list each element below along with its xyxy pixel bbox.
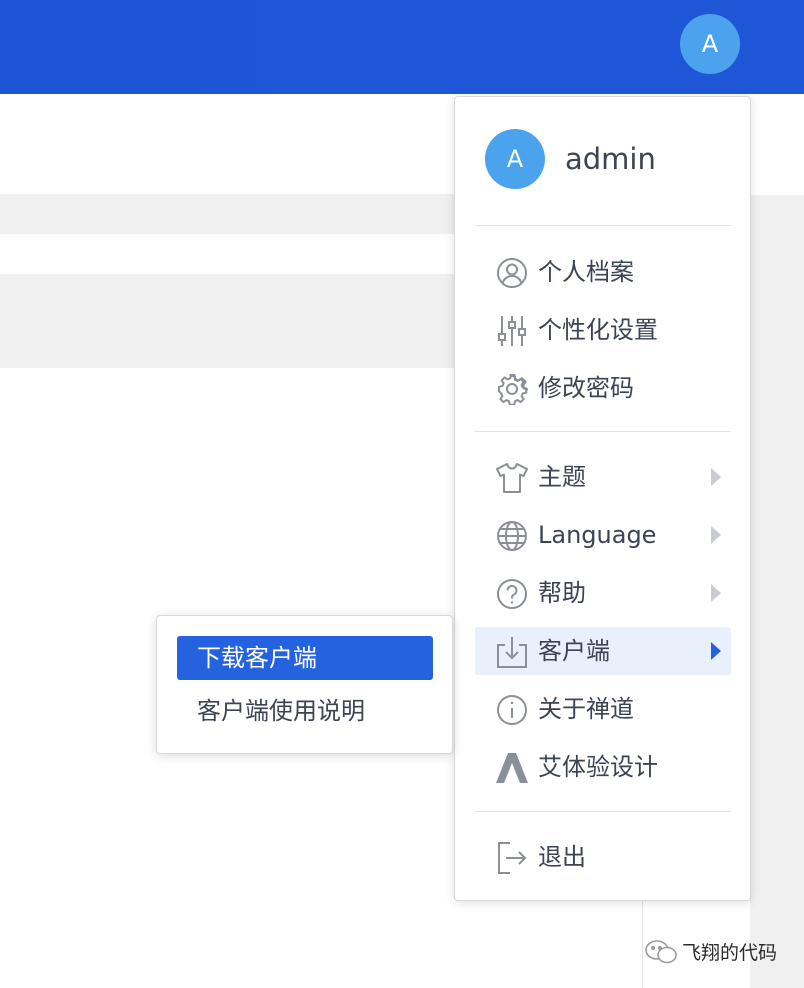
menu-item-label: 艾体验设计 <box>538 753 658 781</box>
menu-divider <box>475 811 731 812</box>
header-avatar[interactable]: A <box>680 14 740 74</box>
menu-item-logout[interactable]: 退出 <box>475 833 731 881</box>
menu-item-label: 关于禅道 <box>538 695 634 723</box>
menu-item-theme[interactable]: 主题 <box>475 453 731 501</box>
brand-a-icon <box>495 751 529 785</box>
menu-item-label: 退出 <box>538 843 586 871</box>
watermark: 飞翔的代码 <box>644 938 777 965</box>
menu-avatar: A <box>485 129 545 189</box>
menu-item-preferences[interactable]: 个性化设置 <box>475 306 731 354</box>
top-header-bar: A <box>0 0 804 94</box>
menu-item-label: 修改密码 <box>538 374 634 402</box>
menu-item-about[interactable]: 关于禅道 <box>475 685 731 733</box>
menu-item-label: 个人档案 <box>538 258 634 286</box>
menu-item-language[interactable]: Language <box>475 511 731 559</box>
menu-divider <box>475 225 731 226</box>
menu-divider <box>475 431 731 432</box>
tshirt-icon <box>495 461 529 495</box>
menu-item-help[interactable]: 帮助 <box>475 569 731 617</box>
menu-item-ai-design[interactable]: 艾体验设计 <box>475 743 731 791</box>
menu-item-change-password[interactable]: 修改密码 <box>475 364 731 412</box>
user-dropdown-menu: A admin 个人档案 个性化设置 修改密码 主题 Language 帮助 客… <box>454 96 751 901</box>
page-side-panel <box>750 195 804 988</box>
sliders-icon <box>495 314 529 348</box>
wechat-icon <box>645 939 677 963</box>
client-submenu: 下载客户端 客户端使用说明 <box>156 615 453 754</box>
menu-username: admin <box>565 142 656 176</box>
menu-item-label: 个性化设置 <box>538 316 658 344</box>
submenu-item-client-guide[interactable]: 客户端使用说明 <box>177 689 433 733</box>
menu-item-label: 主题 <box>538 463 586 491</box>
help-circle-icon <box>495 577 529 611</box>
chevron-right-icon <box>711 526 721 544</box>
submenu-item-download-client[interactable]: 下载客户端 <box>177 636 433 680</box>
chevron-right-icon <box>711 642 721 660</box>
menu-item-client[interactable]: 客户端 <box>475 627 731 675</box>
user-menu-header: A admin <box>485 129 656 189</box>
watermark-text: 飞翔的代码 <box>682 942 778 964</box>
download-icon <box>495 635 529 669</box>
menu-item-label: 客户端 <box>538 637 610 665</box>
page-divider-line <box>642 900 643 988</box>
menu-item-profile[interactable]: 个人档案 <box>475 248 731 296</box>
info-circle-icon <box>495 693 529 727</box>
chevron-right-icon <box>711 468 721 486</box>
user-circle-icon <box>495 256 529 290</box>
logout-icon <box>495 841 529 875</box>
menu-item-label: 帮助 <box>538 579 586 607</box>
chevron-right-icon <box>711 584 721 602</box>
gear-icon <box>495 372 529 406</box>
globe-icon <box>495 519 529 553</box>
menu-item-label: Language <box>538 521 657 549</box>
